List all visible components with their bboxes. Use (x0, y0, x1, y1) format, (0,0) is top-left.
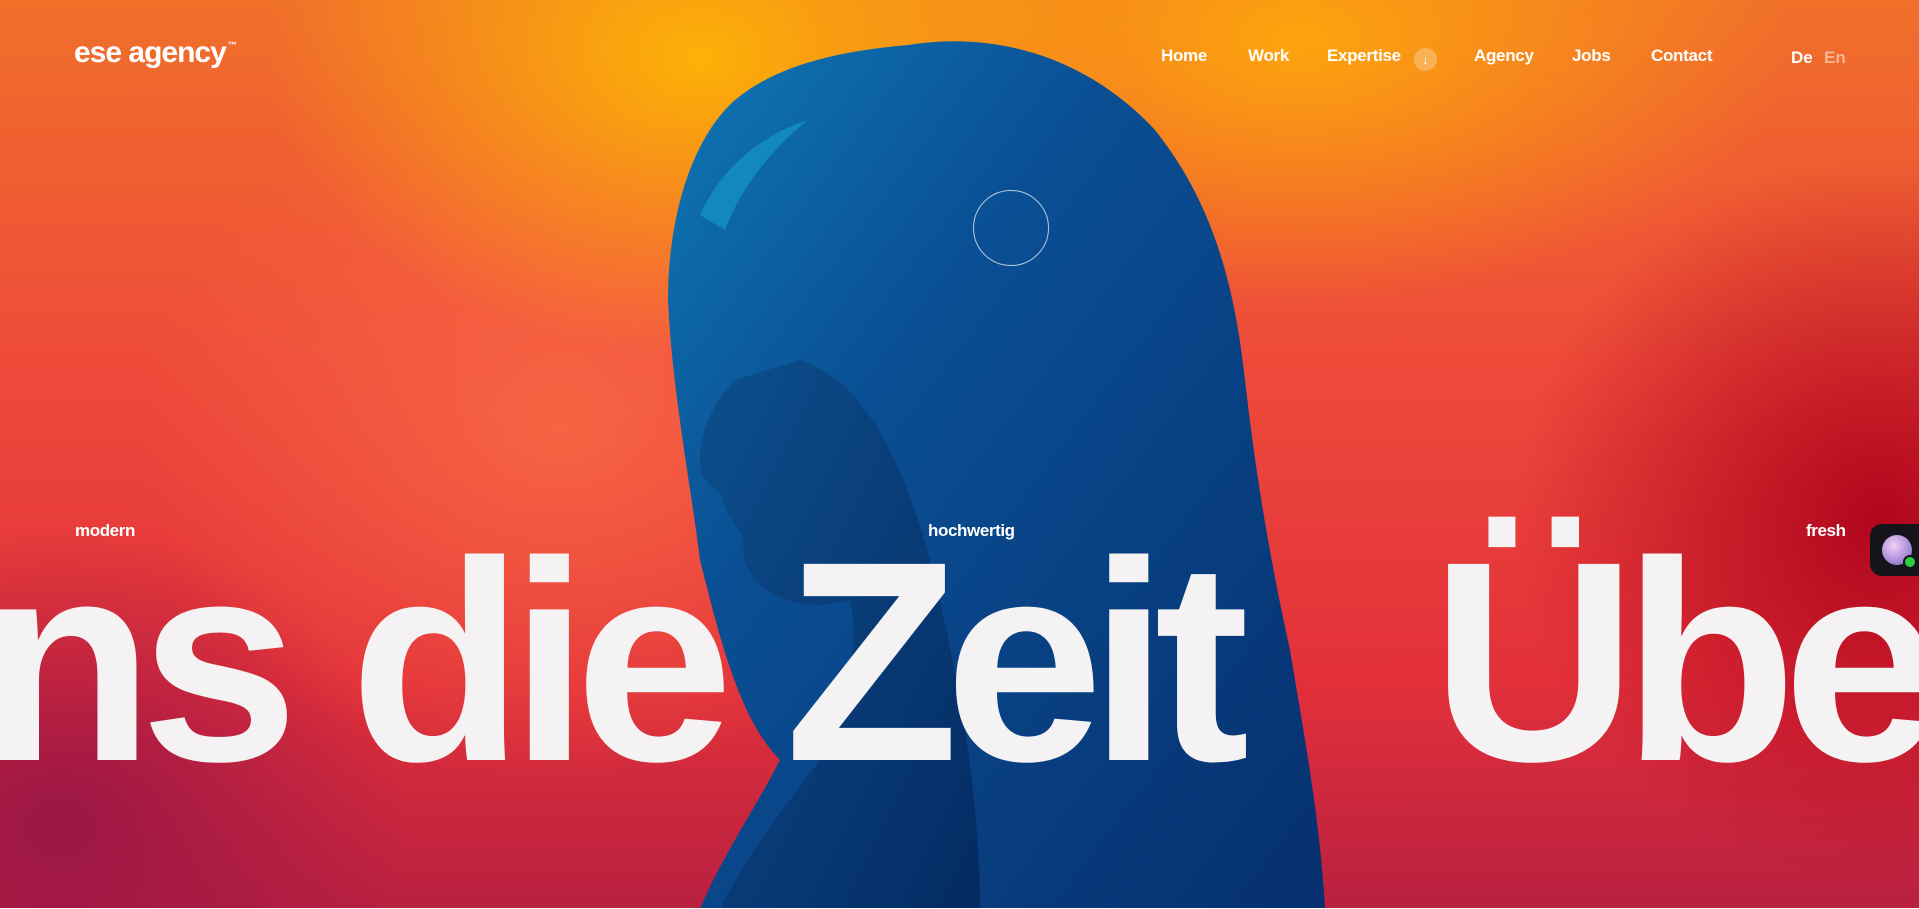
nav-item-work[interactable]: Work (1248, 46, 1289, 66)
chat-widget-button[interactable] (1870, 524, 1919, 576)
hero-headline-marquee: ns die Zeit Überhe (0, 503, 1919, 821)
logo[interactable]: ese agency ™ (74, 36, 237, 70)
nav-item-agency[interactable]: Agency (1474, 46, 1534, 66)
nav-item-expertise[interactable]: Expertise (1327, 46, 1401, 66)
hero-section: ese agency ™ Home Work Expertise Agency … (0, 0, 1919, 909)
language-en[interactable]: En (1824, 48, 1846, 68)
arrow-down-icon[interactable]: ↓ (1414, 48, 1437, 71)
nav-item-home[interactable]: Home (1161, 46, 1207, 66)
nav-item-jobs[interactable]: Jobs (1572, 46, 1611, 66)
logo-trademark: ™ (227, 40, 237, 50)
online-status-icon (1903, 555, 1917, 569)
nav-item-contact[interactable]: Contact (1651, 46, 1712, 66)
language-de[interactable]: De (1791, 48, 1813, 68)
cursor-ring (973, 190, 1049, 266)
logo-text: ese agency (74, 36, 227, 69)
header: ese agency ™ Home Work Expertise Agency … (0, 0, 1919, 110)
